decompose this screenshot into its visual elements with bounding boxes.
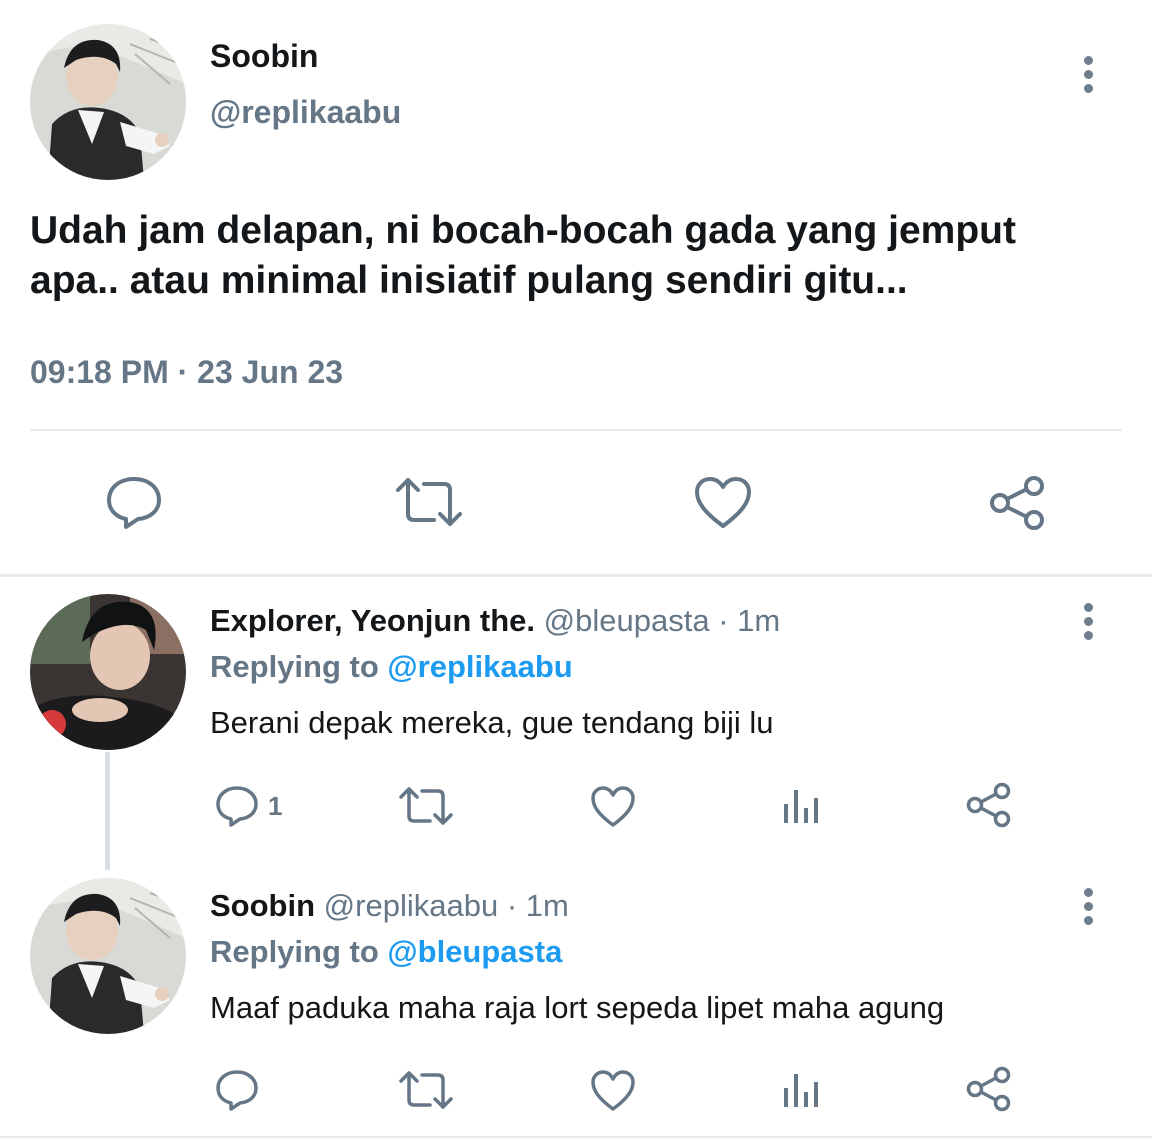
tweet-text-line: Udah jam delapan, ni bocah-bocah gada ya…	[30, 209, 1016, 252]
vertical-thread-line	[105, 752, 110, 870]
tweet-time: 09:18 PM	[30, 354, 169, 390]
main-author-handle[interactable]: @replikaabu	[210, 92, 401, 132]
share-icon[interactable]	[966, 1066, 1012, 1117]
avatar[interactable]	[30, 878, 186, 1034]
replying-to-label: Replying to	[210, 934, 379, 969]
analytics-icon[interactable]	[782, 786, 822, 831]
section-divider	[0, 574, 1152, 577]
replying-to-handle[interactable]: @bleupasta	[387, 934, 562, 969]
reply-action[interactable]: 1	[214, 784, 282, 828]
more-options-icon[interactable]	[1068, 599, 1108, 643]
retweet-icon[interactable]	[394, 476, 464, 533]
more-options-icon[interactable]	[1068, 884, 1108, 928]
reply-text: Berani depak mereka, gue tendang biji lu	[210, 705, 774, 740]
reply-author-handle[interactable]: @bleupasta	[544, 603, 710, 638]
more-options-icon[interactable]	[1068, 52, 1108, 96]
replying-to-handle[interactable]: @replikaabu	[387, 649, 572, 684]
reply-time: 1m	[525, 888, 569, 923]
like-icon[interactable]	[694, 476, 752, 535]
reply-header: Soobin @replikaabu · 1m	[210, 885, 569, 927]
share-icon[interactable]	[966, 782, 1012, 833]
reply-text: Maaf paduka maha raja lort sepeda lipet …	[210, 990, 945, 1025]
avatar[interactable]	[30, 594, 186, 750]
analytics-icon[interactable]	[782, 1070, 822, 1115]
reply-icon	[216, 786, 258, 827]
tweet-date: 23 Jun 23	[197, 354, 344, 390]
reply-icon[interactable]	[214, 1068, 260, 1117]
tweet-text-line: apa.. atau minimal inisiatif pulang send…	[30, 259, 908, 302]
reply-separator: ·	[506, 888, 518, 923]
avatar[interactable]	[30, 24, 186, 180]
bottom-divider	[0, 1136, 1152, 1138]
timestamp-separator: ·	[177, 354, 189, 390]
tweet-timestamp[interactable]: 09:18 PM · 23 Jun 23	[30, 352, 343, 392]
reply-header: Explorer, Yeonjun the. @bleupasta · 1m	[210, 600, 780, 642]
tweet-text: Udah jam delapan, ni bocah-bocah gada ya…	[30, 206, 1130, 306]
reply-count: 1	[268, 790, 283, 821]
replying-to-label: Replying to	[210, 649, 379, 684]
reply-separator: ·	[718, 603, 729, 638]
reply-author-handle[interactable]: @replikaabu	[324, 888, 499, 923]
retweet-icon[interactable]	[398, 786, 454, 831]
replying-to-line: Replying to @replikaabu	[210, 646, 573, 688]
replying-to-line: Replying to @bleupasta	[210, 931, 562, 973]
reply-icon[interactable]	[104, 474, 164, 535]
share-icon[interactable]	[988, 474, 1048, 537]
like-icon[interactable]	[590, 786, 636, 833]
reply-author-name[interactable]: Soobin	[210, 888, 315, 923]
reply-time: 1m	[737, 603, 781, 638]
like-icon[interactable]	[590, 1070, 636, 1117]
reply-author-name[interactable]: Explorer, Yeonjun the.	[210, 603, 535, 638]
main-author-name[interactable]: Soobin	[210, 36, 318, 76]
retweet-icon[interactable]	[398, 1070, 454, 1115]
divider	[30, 429, 1122, 431]
